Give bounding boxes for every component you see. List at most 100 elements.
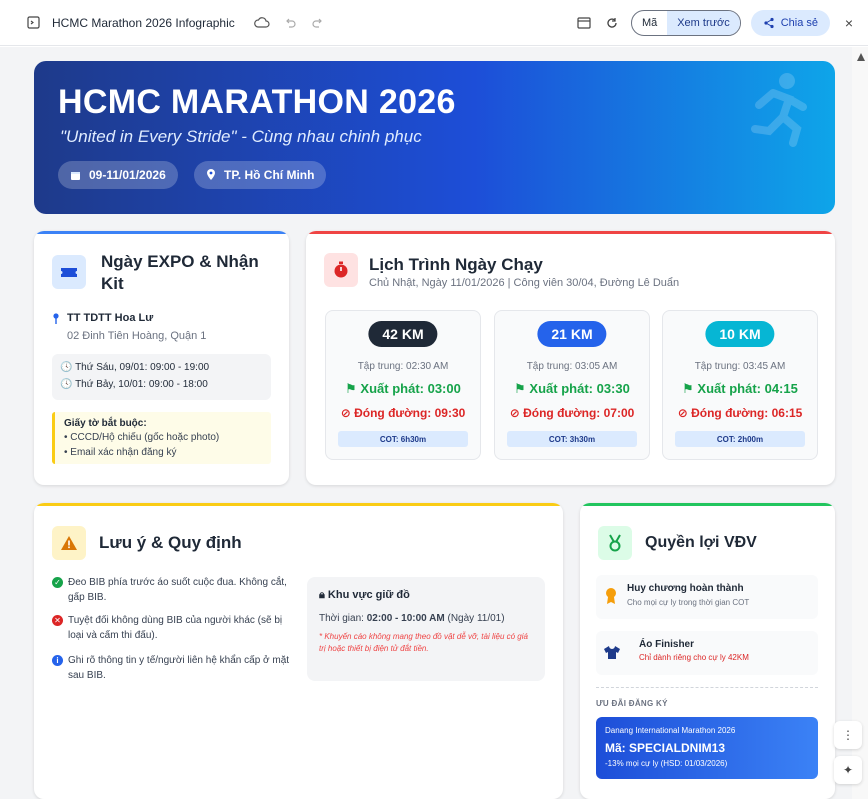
benefit-item: Áo Finisher Chỉ dành riêng cho cự ly 42K…	[596, 631, 818, 675]
app-toolbar: HCMC Marathon 2026 Infographic Mã Xem tr…	[0, 0, 868, 46]
start-time-text: Xuất phát: 03:00	[360, 381, 461, 396]
start-time: ⚑ Xuất phát: 04:15	[663, 381, 817, 397]
code-tab[interactable]: Mã	[632, 11, 667, 35]
close-icon[interactable]: ×	[840, 15, 858, 31]
prohibited-icon: ⊘	[340, 406, 355, 420]
road-close-time: ⊘ Đóng đường: 06:15	[663, 406, 817, 420]
required-docs-box: Giấy tờ bắt buộc: • CCCD/Hộ chiếu (gốc h…	[52, 412, 271, 464]
gather-time: Tập trung: 03:45 AM	[694, 361, 786, 372]
start-time: ⚑ Xuất phát: 03:30	[495, 381, 649, 397]
ticket-icon	[52, 255, 86, 289]
divider	[596, 687, 818, 688]
date-pill: 09-11/01/2026	[58, 161, 178, 189]
storage-note: * Khuyến cáo không mang theo đồ vật dễ v…	[319, 632, 528, 653]
race-42km: 42 KM Tập trung: 02:30 AM ⚑ Xuất phát: 0…	[325, 310, 481, 460]
share-label: Chia sẻ	[780, 16, 818, 29]
expo-title-line2: Kit	[101, 274, 124, 293]
docs-item-text: Email xác nhận đăng ký	[70, 447, 177, 458]
benefits-title: Quyền lợi VĐV	[645, 534, 757, 551]
promo-event: Danang International Marathon 2026	[605, 726, 736, 735]
expo-title: Ngày EXPO & Nhận Kit	[101, 251, 281, 295]
redo-icon[interactable]	[309, 14, 327, 32]
expo-card: Ngày EXPO & Nhận Kit TT TDTT Hoa Lư 02 Đ…	[34, 231, 289, 485]
undo-icon[interactable]	[281, 14, 299, 32]
road-close-time: ⊘ Đóng đường: 09:30	[326, 406, 480, 420]
rule-text: Đeo BIB phía trước áo suốt cuộc đua. Khô…	[68, 577, 287, 603]
clock-icon: 🕓	[60, 362, 76, 373]
info-circle-icon: i	[52, 655, 63, 666]
rule-text: Ghi rõ thông tin y tế/người liên hệ khẩn…	[68, 655, 290, 681]
storage-time-value: 02:00 - 10:00 AM	[366, 613, 445, 624]
expo-schedule: 🕓 Thứ Sáu, 09/01: 09:00 - 19:00 🕓 Thứ Bả…	[52, 354, 271, 400]
error-circle-icon: ✕	[52, 615, 63, 626]
distance-badge: 42 KM	[368, 321, 438, 347]
storage-time-label: Thời gian:	[319, 613, 364, 624]
storage-time: Thời gian: 02:00 - 10:00 AM (Ngày 11/01)	[319, 613, 505, 624]
flag-icon: ⚑	[682, 381, 698, 396]
view-mode-toggle: Mã Xem trước	[630, 9, 741, 36]
cloud-sync-icon[interactable]	[253, 14, 271, 32]
storage-date: (Ngày 11/01)	[447, 613, 505, 624]
storage-title-text: Khu vực giữ đồ	[327, 589, 410, 601]
flag-icon: ⚑	[345, 381, 361, 396]
vertical-scrollbar[interactable]	[852, 47, 868, 799]
refresh-icon[interactable]	[603, 14, 621, 32]
cot-badge: COT: 3h30m	[507, 431, 637, 447]
location-pin-icon	[207, 169, 215, 180]
promo-code: Mã: SPECIALDNIM13	[605, 741, 726, 755]
more-options-icon[interactable]: ⋮	[834, 721, 862, 749]
open-in-new-window-icon[interactable]	[575, 14, 593, 32]
benefit-desc: Cho mọi cự ly trong thời gian COT	[627, 598, 750, 607]
card-accent-bar	[306, 231, 835, 234]
clock-icon: 🕓	[60, 379, 76, 390]
check-circle-icon: ✓	[52, 577, 63, 588]
warning-icon	[52, 526, 86, 560]
rule-item: ✕ Tuyệt đối không dùng BIB của người khá…	[52, 613, 292, 643]
road-close-text: Đóng đường: 09:30	[354, 406, 466, 420]
race-day-title: Lịch Trình Ngày Chạy	[369, 255, 543, 274]
gather-time: Tập trung: 02:30 AM	[357, 361, 449, 372]
pin-icon	[53, 313, 59, 324]
calendar-icon	[71, 171, 80, 180]
road-close-text: Đóng đường: 07:00	[523, 406, 635, 420]
rule-text: Tuyệt đối không dùng BIB của người khác …	[68, 615, 283, 641]
expo-address: 02 Đinh Tiên Hoàng, Quận 1	[67, 330, 207, 342]
docs-item: • Email xác nhận đăng ký	[64, 447, 177, 458]
benefit-item: Huy chương hoàn thành Cho mọi cự ly tron…	[596, 575, 818, 619]
gather-time: Tập trung: 03:05 AM	[526, 361, 618, 372]
rule-item: i Ghi rõ thông tin y tế/người liên hệ kh…	[52, 653, 292, 683]
promo-desc: -13% mọi cự ly (HSD: 01/03/2026)	[605, 759, 728, 768]
sparkle-icon[interactable]: ✦	[834, 756, 862, 784]
share-button[interactable]: Chia sẻ	[750, 9, 830, 36]
preview-tab[interactable]: Xem trước	[667, 10, 740, 35]
docs-item: • CCCD/Hộ chiếu (gốc hoặc photo)	[64, 432, 220, 443]
race-10km: 10 KM Tập trung: 03:45 AM ⚑ Xuất phát: 0…	[662, 310, 818, 460]
tshirt-icon	[604, 646, 620, 659]
location-pill: TP. Hồ Chí Minh	[194, 161, 327, 189]
schedule-text: Thứ Bảy, 10/01: 09:00 - 18:00	[75, 379, 208, 390]
benefit-desc: Chỉ dành riêng cho cự ly 42KM	[639, 653, 749, 662]
document-icon	[24, 14, 42, 32]
card-accent-bar	[34, 231, 289, 234]
stopwatch-icon	[324, 253, 358, 287]
flag-icon: ⚑	[514, 381, 530, 396]
race-21km: 21 KM Tập trung: 03:05 AM ⚑ Xuất phát: 0…	[494, 310, 650, 460]
card-accent-bar	[34, 503, 563, 506]
start-time-text: Xuất phát: 04:15	[697, 381, 798, 396]
expo-title-line1: Ngày EXPO & Nhận	[101, 252, 259, 271]
medal-gold-icon	[606, 588, 616, 604]
cot-badge: COT: 6h30m	[338, 431, 468, 447]
schedule-row: 🕓 Thứ Bảy, 10/01: 09:00 - 18:00	[60, 379, 208, 390]
rule-item: ✓ Đeo BIB phía trước áo suốt cuộc đua. K…	[52, 575, 292, 605]
prohibited-icon: ⊘	[509, 406, 524, 420]
docs-item-text: CCCD/Hộ chiếu (gốc hoặc photo)	[70, 432, 220, 443]
benefit-title: Huy chương hoàn thành	[627, 583, 744, 594]
promo-banner[interactable]: Danang International Marathon 2026 Mã: S…	[596, 717, 818, 779]
lock-icon: 🔒︎	[319, 589, 328, 601]
schedule-row: 🕓 Thứ Sáu, 09/01: 09:00 - 19:00	[60, 362, 209, 373]
scroll-up-icon[interactable]	[857, 53, 865, 61]
rules-title: Lưu ý & Quy định	[99, 533, 242, 552]
cot-badge: COT: 2h00m	[675, 431, 805, 447]
road-close-time: ⊘ Đóng đường: 07:00	[495, 406, 649, 420]
benefits-card: Quyền lợi VĐV Huy chương hoàn thành Cho …	[580, 503, 835, 799]
